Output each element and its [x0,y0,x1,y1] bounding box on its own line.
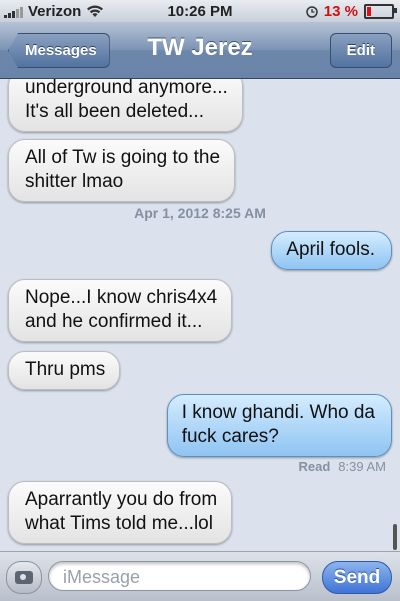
message-bubble-incoming[interactable]: Aparrantly you do from what Tims told me… [8,481,233,544]
camera-button[interactable] [6,561,42,594]
message-line: Nope...I know chris4x4 [25,287,218,308]
message-line: shitter lmao [25,171,124,192]
message-bubble-outgoing[interactable]: April fools. [271,231,392,270]
camera-icon [15,571,33,584]
scrollbar[interactable] [393,524,397,550]
message-input[interactable]: iMessage [48,561,311,591]
battery-percent: 13 % [323,3,358,20]
read-label: Read [298,459,331,474]
compose-bar: iMessage Send [0,551,400,601]
send-button[interactable]: Send [322,561,392,594]
battery-group: 13 % [306,3,397,20]
message-line: and he confirmed it... [25,311,203,332]
message-line: fuck cares? [181,426,279,447]
read-receipt: Read 8:39 AM [299,459,387,474]
message-line: I know ghandi. Who da [181,402,375,423]
alarm-icon [306,5,318,18]
navigation-bar: Messages TW Jerez Edit [0,22,400,79]
message-bubble-incoming[interactable]: underground anymore... It's all been del… [8,79,243,132]
message-line: what Tims told me...lol [25,513,213,534]
edit-button[interactable]: Edit [329,33,392,68]
message-bubble-incoming[interactable]: All of Tw is going to the shitter lmao [8,139,236,202]
message-thread[interactable]: underground anymore... It's all been del… [0,79,400,551]
read-time: 8:39 AM [338,459,386,474]
message-line: underground anymore... [25,79,228,98]
message-bubble-incoming[interactable]: Nope...I know chris4x4 and he confirmed … [8,279,233,342]
message-bubble-outgoing[interactable]: I know ghandi. Who da fuck cares? [166,394,392,457]
message-line: Thru pms [25,359,106,380]
message-line: April fools. [286,239,375,260]
message-line: All of Tw is going to the [25,147,221,168]
message-bubble-incoming[interactable]: Thru pms [8,351,121,390]
message-line: Aparrantly you do from [25,489,218,510]
message-line: It's all been deleted... [25,101,204,122]
battery-icon [364,4,397,19]
message-timestamp: Apr 1, 2012 8:25 AM [134,205,266,221]
status-bar: Verizon 10:26 PM 13 % [0,0,400,22]
